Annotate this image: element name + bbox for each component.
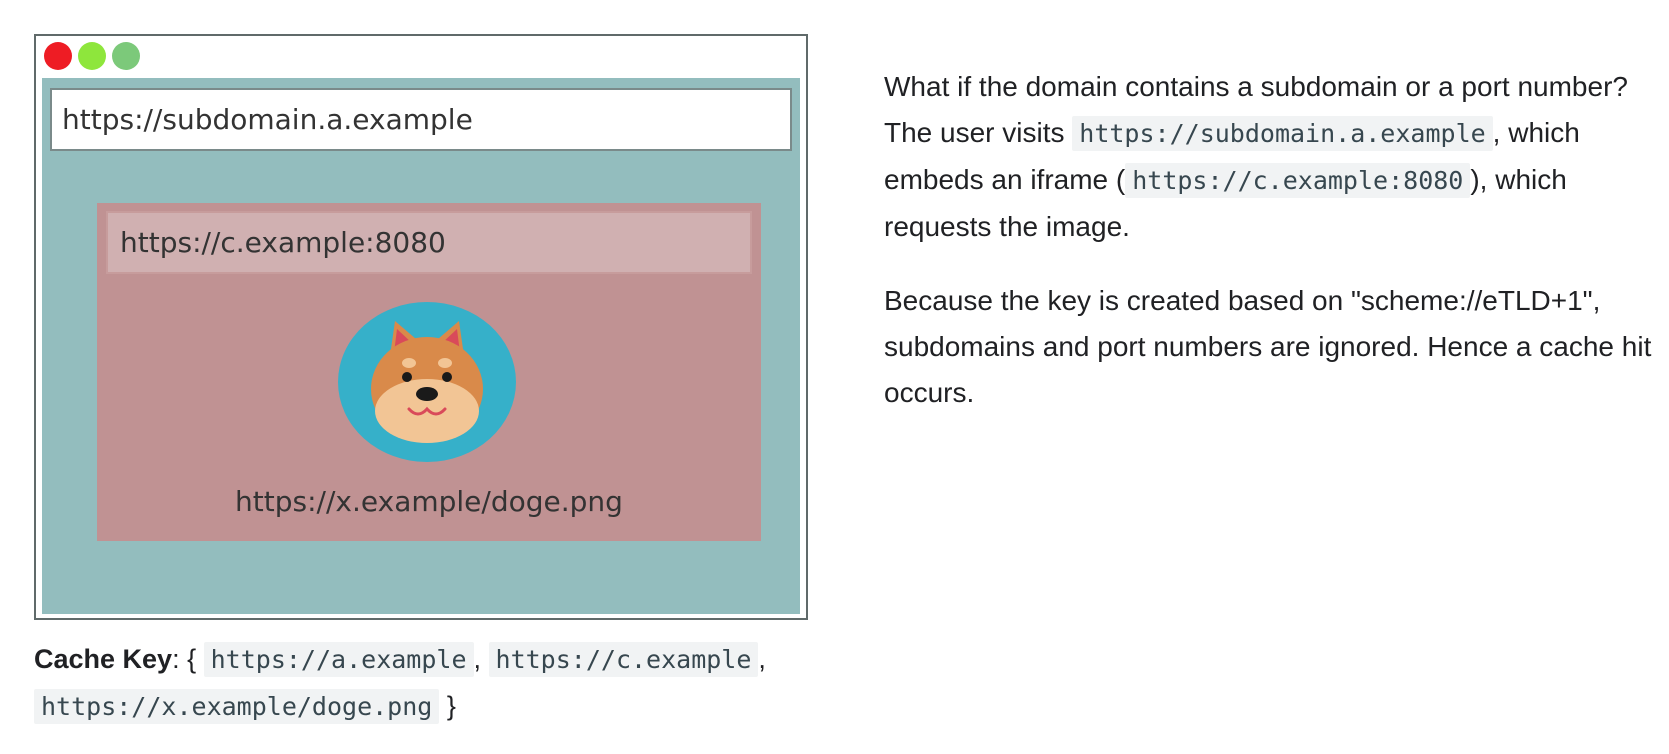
cache-key-resource: https://x.example/doge.png bbox=[34, 689, 440, 724]
iframe: https://c.example:8080 https://x.example… bbox=[97, 203, 761, 541]
image-url: https://x.example/doge.png bbox=[235, 485, 623, 518]
caption-close: } bbox=[446, 691, 456, 721]
cache-key-label: Cache Key bbox=[34, 644, 173, 674]
cache-key-caption: Cache Key: { https://a.example, https://… bbox=[34, 636, 824, 730]
p1-code-top-level: https://subdomain.a.example bbox=[1072, 116, 1493, 151]
explanation: What if the domain contains a subdomain … bbox=[884, 64, 1664, 444]
caption-comma: , bbox=[473, 644, 482, 674]
cache-key-top-level: https://a.example bbox=[203, 642, 474, 677]
paragraph-1: What if the domain contains a subdomain … bbox=[884, 64, 1664, 250]
top-level-url: https://subdomain.a.example bbox=[50, 88, 792, 151]
top-level-page: https://subdomain.a.example https://c.ex… bbox=[42, 78, 800, 614]
minimize-dot bbox=[78, 42, 106, 70]
cache-key-frame: https://c.example bbox=[488, 642, 759, 677]
paragraph-2: Because the key is created based on "sch… bbox=[884, 285, 1652, 408]
window-controls bbox=[44, 42, 140, 72]
caption-open: : { bbox=[172, 644, 197, 674]
browser-window-illustration: https://subdomain.a.example https://c.ex… bbox=[34, 34, 808, 620]
iframe-url: https://c.example:8080 bbox=[106, 211, 752, 274]
maximize-dot bbox=[112, 42, 140, 70]
doge-icon bbox=[338, 302, 516, 462]
close-dot bbox=[44, 42, 72, 70]
caption-comma: , bbox=[758, 644, 766, 674]
p1-code-iframe: https://c.example:8080 bbox=[1125, 163, 1471, 198]
